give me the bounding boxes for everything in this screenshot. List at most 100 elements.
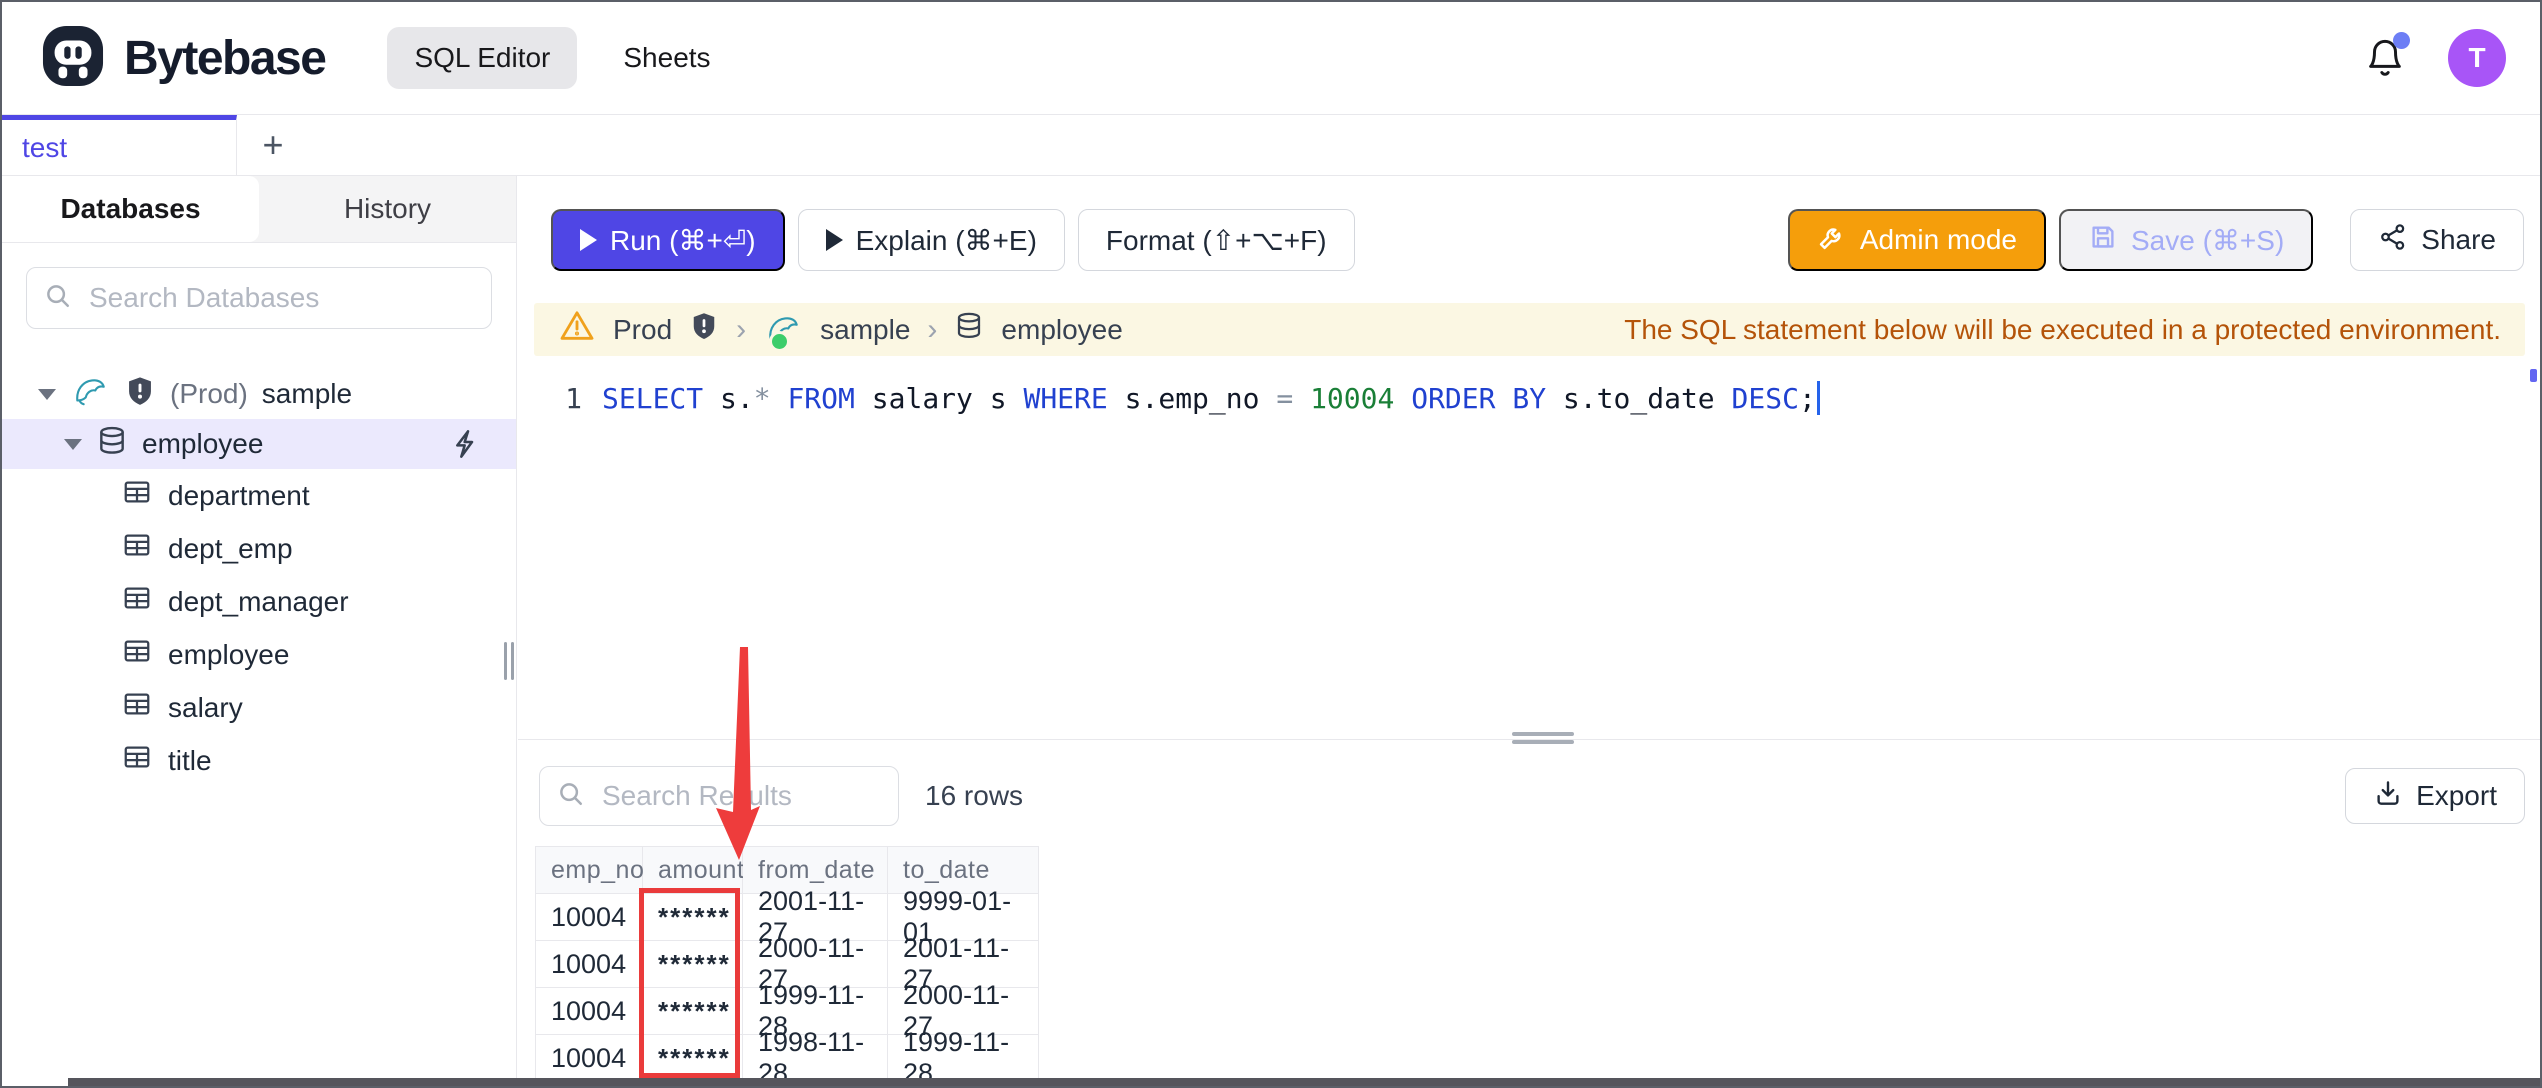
notification-bell-icon[interactable] (2364, 32, 2410, 80)
result-cell[interactable]: 1998-11-28 (743, 1027, 888, 1078)
share-button[interactable]: Share (2350, 209, 2524, 271)
breadcrumb: Prod › sample › employee The SQL stateme… (534, 303, 2525, 356)
notification-dot (2393, 32, 2410, 49)
annotation-highlight-box (639, 888, 740, 1078)
chevron-separator: › (927, 312, 938, 346)
results-grid: emp_no amount from_date to_date 10004 ****** 2… (536, 847, 1039, 1078)
tree-table-row[interactable]: department (2, 469, 516, 522)
column-header[interactable]: emp_no (536, 847, 644, 894)
top-nav: SQL Editor Sheets (387, 27, 711, 89)
database-name-label: employee (142, 428, 264, 459)
tree-table-row[interactable]: dept_emp (2, 522, 516, 575)
sheet-tab-bar: test + (2, 115, 2540, 176)
table-grid-icon (122, 477, 152, 514)
result-cell[interactable]: 10004 (536, 988, 643, 1035)
search-icon (556, 779, 586, 814)
horizontal-scrollbar[interactable] (68, 1078, 2540, 1086)
database-search[interactable] (26, 267, 492, 329)
app-window: Bytebase SQL Editor Sheets T test + Data… (0, 0, 2542, 1088)
table-name-label: salary (168, 691, 243, 723)
brand-name: Bytebase (124, 31, 327, 85)
sheet-tab-test[interactable]: test (2, 115, 237, 175)
environment-shield-icon (124, 374, 156, 415)
format-button[interactable]: Format (⇧+⌥+F) (1077, 209, 1355, 271)
tab-history[interactable]: History (259, 176, 516, 242)
tree-database-row-selected[interactable]: employee (2, 419, 516, 469)
admin-mode-button[interactable]: Admin mode (1787, 209, 2046, 271)
results-toolbar: 16 rows Export (539, 765, 2525, 827)
panel-resize-handle[interactable] (1512, 732, 1574, 748)
breadcrumb-database[interactable]: sample (820, 314, 910, 346)
table-name-label: employee (168, 638, 290, 670)
instance-env-label: (Prod) (170, 378, 248, 409)
annotation-arrow (716, 647, 760, 860)
table-name-label: department (168, 479, 310, 511)
lightning-icon[interactable] (450, 428, 482, 467)
instance-name-label: sample (261, 378, 353, 409)
table-name-label: dept_manager (168, 585, 349, 617)
breadcrumb-table[interactable]: employee (1001, 314, 1122, 346)
chevron-down-icon[interactable] (64, 438, 82, 450)
mysql-dolphin-icon (763, 310, 803, 352)
add-sheet-button[interactable]: + (237, 115, 309, 175)
editor-overview-ruler-mark (2530, 369, 2537, 382)
avatar[interactable]: T (2448, 29, 2506, 87)
run-button[interactable]: Run (⌘+⏎) (551, 209, 785, 271)
chevron-separator: › (736, 312, 747, 346)
top-bar: Bytebase SQL Editor Sheets T (2, 2, 2540, 115)
mysql-dolphin-icon (70, 372, 110, 417)
breadcrumb-env[interactable]: Prod (613, 314, 672, 346)
nav-sheets[interactable]: Sheets (623, 42, 710, 74)
tree-table-row[interactable]: salary (2, 681, 516, 734)
warning-triangle-icon (558, 308, 596, 351)
save-floppy-icon (2088, 222, 2118, 259)
table-grid-icon (122, 689, 152, 726)
sql-statement[interactable]: SELECT s.* FROM salary s WHERE s.emp_no … (602, 382, 1816, 415)
nav-sql-editor[interactable]: SQL Editor (387, 27, 578, 89)
result-cell[interactable]: 10004 (536, 1035, 643, 1078)
wrench-icon (1817, 222, 1847, 259)
tree-table-row[interactable]: employee (2, 628, 516, 681)
results-table: emp_no amount from_date to_date 10004 ****** 2… (535, 846, 1039, 1078)
table-list: department dept_emp dept_manager employe… (2, 469, 516, 787)
protected-environment-warning: The SQL statement below will be executed… (1624, 313, 2501, 345)
tree-table-row[interactable]: title (2, 734, 516, 787)
result-cell[interactable]: 1999-11-28 (888, 1027, 1039, 1078)
editor-toolbar: Run (⌘+⏎) Explain (⌘+E) Format (⇧+⌥+F) A… (551, 209, 2524, 271)
bytebase-logo-icon (42, 25, 104, 92)
play-icon (825, 229, 843, 251)
search-databases-input[interactable] (87, 281, 475, 315)
save-button[interactable]: Save (⌘+S) (2059, 209, 2314, 271)
text-cursor (1816, 381, 1820, 415)
export-button[interactable]: Export (2345, 768, 2525, 824)
sql-editor[interactable]: 1 SELECT s.* FROM salary s WHERE s.emp_n… (518, 376, 2540, 420)
result-cell[interactable]: 10004 (536, 941, 643, 988)
tree-table-row[interactable]: dept_manager (2, 575, 516, 628)
brand[interactable]: Bytebase (42, 25, 327, 92)
table-grid-icon (122, 530, 152, 567)
connection-status-dot (769, 330, 791, 352)
row-count: 16 rows (925, 780, 1024, 811)
search-icon (43, 281, 73, 316)
top-right-actions: T (2364, 29, 2506, 87)
editor-panel: Run (⌘+⏎) Explain (⌘+E) Format (⇧+⌥+F) A… (518, 176, 2540, 1078)
tab-databases[interactable]: Databases (2, 176, 259, 242)
sheet-tab-label: test (22, 131, 68, 163)
share-nodes-icon (2378, 222, 2408, 259)
database-cylinder-icon (96, 425, 128, 464)
result-cell[interactable]: 10004 (536, 894, 643, 941)
table-name-label: dept_emp (168, 532, 293, 564)
database-tree: (Prod) sample employee department dept_e… (2, 353, 516, 787)
table-grid-icon (122, 742, 152, 779)
sidebar-resize-handle[interactable] (504, 642, 514, 680)
table-name-label: title (168, 744, 212, 776)
download-icon (2373, 778, 2403, 815)
chevron-down-icon[interactable] (38, 388, 56, 400)
explain-button[interactable]: Explain (⌘+E) (797, 209, 1065, 271)
sidebar-tabs: Databases History (2, 176, 516, 243)
tree-instance-row[interactable]: (Prod) sample (2, 369, 516, 419)
table-grid-icon (122, 636, 152, 673)
database-cylinder-icon (954, 311, 984, 348)
sidebar: Databases History Search Databases (Prod… (2, 176, 517, 1078)
environment-shield-icon (689, 310, 719, 349)
